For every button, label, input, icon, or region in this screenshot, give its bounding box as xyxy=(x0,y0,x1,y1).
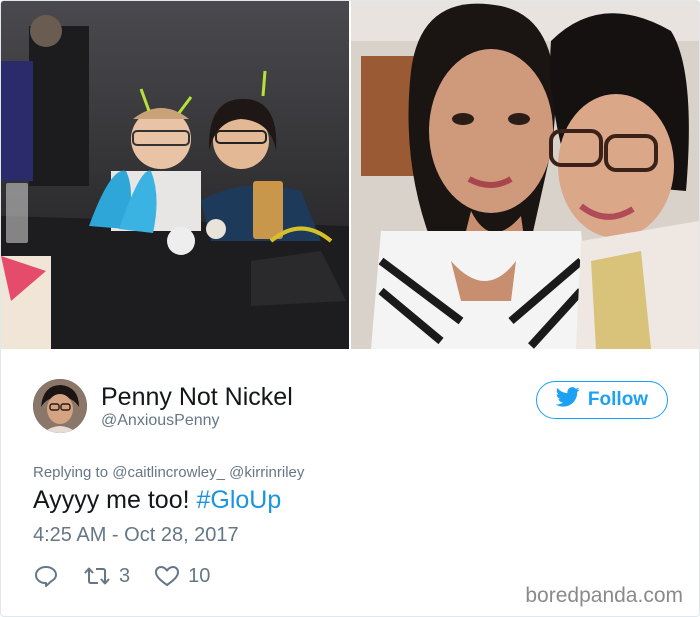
reply-button[interactable] xyxy=(33,564,59,588)
retweet-count: 3 xyxy=(119,564,131,587)
tweet-photos xyxy=(1,1,699,349)
photo-prom[interactable] xyxy=(1,1,349,349)
like-button[interactable]: 10 xyxy=(154,564,210,588)
follow-button[interactable]: Follow xyxy=(536,381,668,419)
follow-label: Follow xyxy=(587,389,649,410)
heart-icon xyxy=(154,564,180,588)
author-name[interactable]: Penny Not Nickel xyxy=(101,383,293,412)
tweet-timestamp[interactable]: 4:25 AM - Oct 28, 2017 xyxy=(33,524,239,547)
replying-to-line: Replying to @caitlincrowley_ @kirrinrile… xyxy=(33,464,304,481)
like-count: 10 xyxy=(188,564,211,587)
tweet-actions: 3 10 xyxy=(33,561,234,591)
hashtag-link[interactable]: #GloUp xyxy=(197,486,282,514)
photo-selfie[interactable] xyxy=(351,1,699,349)
author-handle[interactable]: @AnxiousPenny xyxy=(101,412,220,430)
watermark: boredpanda.com xyxy=(525,584,683,607)
reply-mention-link[interactable]: @kirrinriley xyxy=(229,464,304,481)
replying-prefix: Replying to xyxy=(33,464,109,481)
tweet-body: Ayyyy me too! xyxy=(33,486,190,514)
retweet-icon xyxy=(83,565,111,587)
tweet-card: Penny Not Nickel @AnxiousPenny Follow Re… xyxy=(0,0,700,617)
reply-icon xyxy=(33,564,59,588)
tweet-text: Ayyyy me too! #GloUp xyxy=(33,486,281,515)
twitter-bird-icon xyxy=(555,387,580,413)
reply-mention-link[interactable]: @caitlincrowley_ xyxy=(112,464,225,481)
author-avatar[interactable] xyxy=(33,379,87,433)
retweet-button[interactable]: 3 xyxy=(83,565,130,588)
